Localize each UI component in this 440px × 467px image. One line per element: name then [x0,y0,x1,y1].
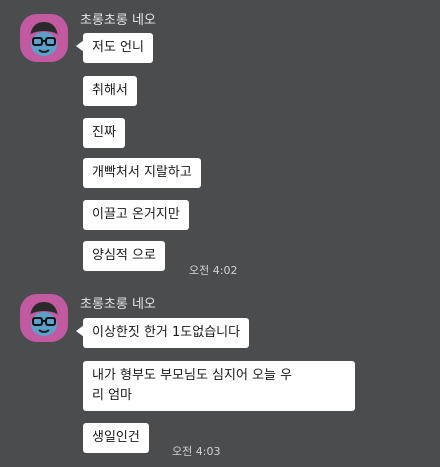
chat-bubble[interactable]: 이상한짓 한거 1도없습니다 [75,318,250,348]
message-timestamp: 오전 4:03 [172,445,221,458]
chat-bubble[interactable]: 생일인건 [83,423,149,453]
message-timestamp: 오전 4:02 [189,264,238,277]
chat-bubble[interactable]: 양심적 으로 [83,241,165,271]
chat-bubble[interactable]: 진짜 [83,118,125,148]
chat-bubble-line: 리 엄마 [92,388,133,403]
chat-bubble[interactable]: 내가 형부도 부모님도 심지어 오늘 우 리 엄마 [83,361,355,411]
sender-avatar[interactable] [20,294,68,342]
sender-avatar[interactable] [20,14,68,62]
neo-avatar-icon [30,302,58,336]
chat-bubble[interactable]: 이끌고 온거지만 [83,200,189,230]
chat-bubble-line: 내가 형부도 부모님도 심지어 오늘 우 [92,368,293,383]
chat-bubble[interactable]: 저도 언니 [76,33,153,63]
chat-bubble[interactable]: 개빡처서 지랄하고 [83,158,201,188]
neo-avatar-icon [30,22,58,56]
chat-bubble[interactable]: 취해서 [83,76,137,106]
sender-name: 초롱초롱 네오 [80,297,156,312]
sender-name: 초롱초롱 네오 [80,13,156,28]
